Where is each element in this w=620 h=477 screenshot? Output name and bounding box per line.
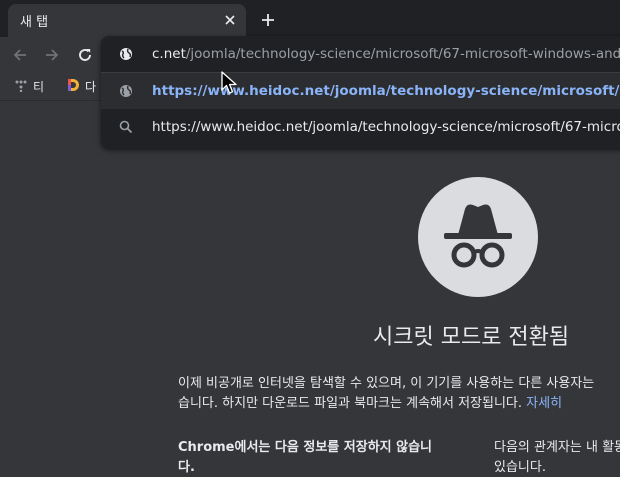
column-heading-cont: 다. (178, 458, 432, 477)
plus-icon[interactable] (256, 8, 280, 32)
omnibox-dropdown: c.net/joomla/technology-science/microsof… (101, 36, 620, 148)
description-text: 습니다. 하지만 다운로드 파일과 북마크는 계속해서 저장됩니다. (178, 396, 523, 411)
close-icon[interactable] (220, 10, 240, 30)
back-arrow-icon[interactable] (8, 43, 32, 67)
incognito-icon (444, 204, 512, 268)
suggestion-item[interactable]: https://www.heidoc.net/joomla/technology… (101, 73, 620, 109)
column-heading: Chrome에서는 다음 정보를 저장하지 않습니 (178, 438, 432, 458)
dots-icon (14, 78, 28, 95)
suggestion-item[interactable]: https://www.heidoc.net/joomla/technology… (101, 109, 620, 145)
may-see-column: 다음의 관계자는 내 활동 있습니다. (494, 438, 620, 477)
description-line: 이제 비공개로 인터넷을 탐색할 수 있으며, 이 기기를 사용하는 다른 사용… (178, 376, 595, 391)
browser-window: 새 탭 티 다 시크릿 모드로 전환됨 이제 비공개로 인터넷을 탐색할 수 있… (0, 0, 620, 477)
search-icon (118, 119, 134, 135)
mouse-cursor-icon (221, 71, 237, 94)
incognito-logo (418, 177, 538, 297)
globe-icon (118, 46, 134, 62)
column-heading: 다음의 관계자는 내 활동 (494, 440, 620, 455)
tab-strip: 새 탭 (0, 0, 620, 37)
learn-more-link[interactable]: 자세히 (526, 396, 562, 411)
heading-text: 에서는 다음 정보를 저장하지 않습니 (234, 440, 433, 455)
bookmark-item[interactable]: 다 (66, 77, 96, 95)
tab-title: 새 탭 (20, 15, 49, 30)
tab-new-tab[interactable]: 새 탭 (8, 4, 246, 37)
d-logo-icon (66, 78, 80, 95)
reload-icon[interactable] (73, 43, 97, 67)
incognito-description: 이제 비공개로 인터넷을 탐색할 수 있으며, 이 기기를 사용하는 다른 사용… (178, 374, 620, 414)
bookmark-label: 티 (33, 79, 45, 94)
suggestion-text: https://www.heidoc.net/joomla/technology… (152, 119, 620, 135)
brand-text: Chrome (178, 440, 235, 455)
address-domain: c.net (152, 46, 186, 62)
description-line: 습니다. 하지만 다운로드 파일과 북마크는 계속해서 저장됩니다. 자세히 (178, 394, 620, 414)
bookmark-label: 다 (85, 79, 97, 94)
address-text: c.net/joomla/technology-science/microsof… (152, 46, 620, 62)
forward-arrow-icon[interactable] (40, 43, 64, 67)
globe-icon (118, 83, 134, 99)
column-heading-cont: 있습니다. (494, 460, 546, 475)
heading-text: 다. (178, 460, 195, 475)
page-title: 시크릿 모드로 전환됨 (373, 325, 570, 350)
bookmark-item[interactable]: 티 (14, 77, 44, 95)
address-path: /joomla/technology-science/microsoft/67-… (185, 46, 620, 62)
not-saved-column: Chrome에서는 다음 정보를 저장하지 않습니 다. (178, 438, 432, 477)
address-input[interactable]: c.net/joomla/technology-science/microsof… (101, 36, 620, 72)
